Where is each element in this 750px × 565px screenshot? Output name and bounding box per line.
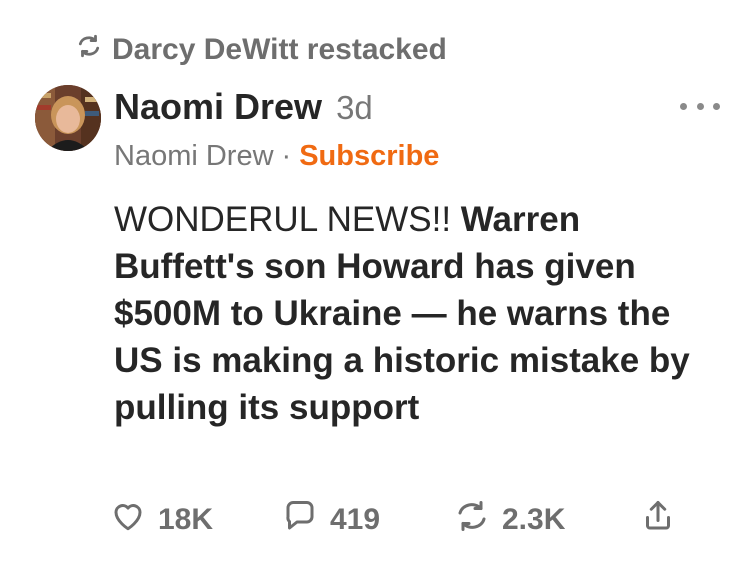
publication-name[interactable]: Naomi Drew [114,140,274,173]
subscribe-button[interactable]: Subscribe [299,140,439,173]
share-icon [640,498,676,542]
post-body-lead: WONDERUL NEWS!! [114,200,452,239]
comment-icon [282,498,318,542]
avatar[interactable] [35,85,101,151]
more-icon[interactable] [680,96,720,116]
author-name[interactable]: Naomi Drew [114,86,322,128]
post-time: 3d [336,89,373,126]
action-bar: 18K 419 2.3K [110,498,690,542]
like-button[interactable]: 18K [110,498,213,542]
publication-line: Naomi Drew · Subscribe [114,140,439,173]
post-body[interactable]: WONDERUL NEWS!! Warren Buffett's son How… [114,196,714,431]
comment-button[interactable]: 419 [282,498,380,542]
restack-icon [454,498,490,542]
restack-button[interactable]: 2.3K [454,498,565,542]
comment-count: 419 [330,503,381,536]
restacked-by-row[interactable]: Darcy DeWitt restacked [76,30,447,70]
separator: · [281,140,292,172]
heart-icon [110,498,146,542]
restack-count: 2.3K [502,503,566,536]
like-count: 18K [158,503,214,536]
restacked-by-label: Darcy DeWitt restacked [112,33,447,66]
post-header: Naomi Drew 3d [114,86,373,128]
restack-icon [76,33,102,67]
share-button[interactable] [640,498,676,542]
